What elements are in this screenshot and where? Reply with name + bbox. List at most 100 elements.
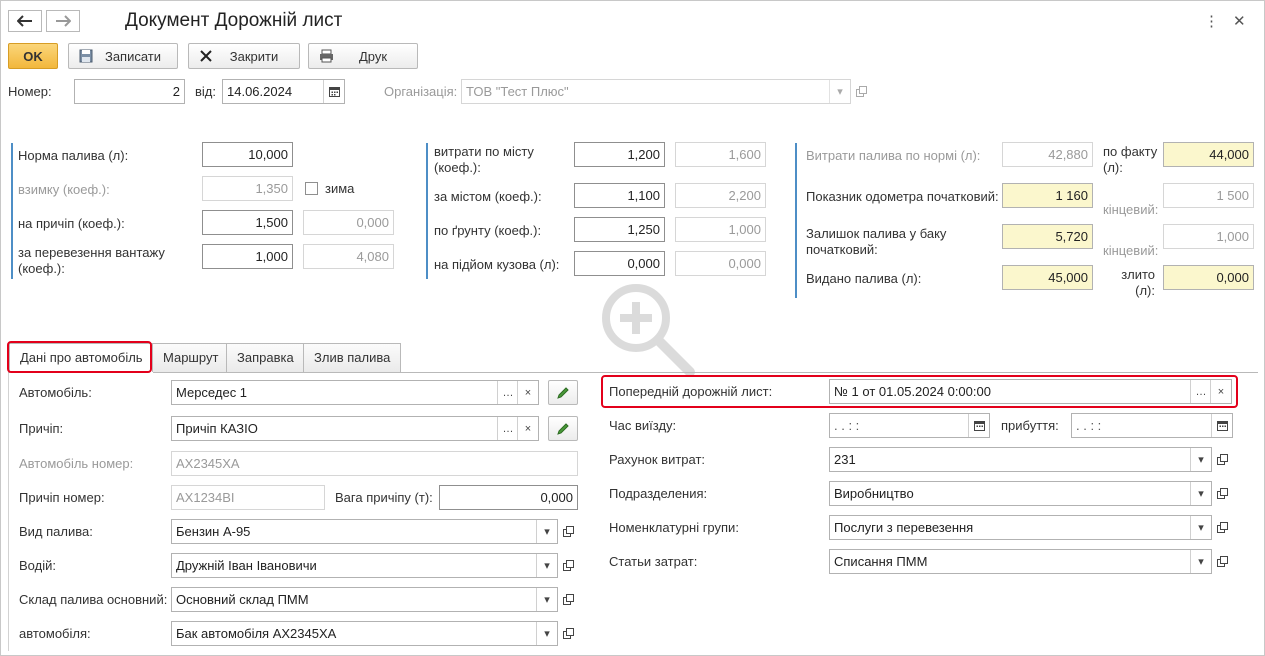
open-nomgroup-icon[interactable]: [1212, 515, 1232, 540]
warehouse-select[interactable]: Основний склад ПММ ▾: [171, 587, 558, 612]
fuel-type-select[interactable]: Бензин А-95 ▾: [171, 519, 558, 544]
arrival-time-value: . . : :: [1076, 418, 1102, 433]
car-tank-value: Бак автомобіля АХ2345ХА: [176, 626, 337, 641]
calendar-icon[interactable]: [1211, 414, 1232, 437]
driver-value: Дружній Іван Івановичи: [176, 558, 317, 573]
floppy-icon: [77, 47, 95, 65]
arrival-time-label: прибуття:: [1001, 418, 1059, 433]
driver-select[interactable]: Дружній Іван Івановичи ▾: [171, 553, 558, 578]
open-icon[interactable]: [851, 79, 871, 104]
tabs-baseline: [8, 372, 1258, 373]
chevron-down-icon[interactable]: ▾: [536, 520, 557, 543]
departure-time-value: . . : :: [834, 418, 860, 433]
car-select[interactable]: Мерседес 1 … ×: [171, 380, 539, 405]
fuel-norm-label: Норма палива (л):: [18, 148, 129, 163]
departure-time-input[interactable]: . . : :: [829, 413, 990, 438]
open-costs-icon[interactable]: [1212, 549, 1232, 574]
city-coef-input[interactable]: 1,200: [574, 142, 665, 167]
print-button[interactable]: Друк: [308, 43, 418, 69]
trailer-calc-value: 0,000: [303, 210, 394, 235]
car-tank-select[interactable]: Бак автомобіля АХ2345ХА ▾: [171, 621, 558, 646]
division-select[interactable]: Виробництво ▾: [829, 481, 1212, 506]
division-label: Подразделения:: [609, 486, 708, 501]
ellipsis-icon[interactable]: …: [497, 417, 518, 440]
pencil-icon: [557, 386, 569, 399]
chevron-down-icon[interactable]: ▾: [829, 80, 850, 103]
expense-account-select[interactable]: 231 ▾: [829, 447, 1212, 472]
number-input[interactable]: 2: [74, 79, 185, 104]
calendar-icon[interactable]: [968, 414, 989, 437]
tab-refueling[interactable]: Заправка: [226, 343, 305, 372]
back-button[interactable]: [8, 10, 42, 32]
winter-input[interactable]: 1,350: [202, 176, 293, 201]
open-account-icon[interactable]: [1212, 447, 1232, 472]
edit-trailer-button[interactable]: [548, 416, 578, 441]
save-label: Записати: [104, 48, 162, 64]
trailer-weight-label: Вага причіпу (т):: [335, 490, 433, 505]
chevron-down-icon[interactable]: ▾: [536, 622, 557, 645]
norm-section-line: [11, 143, 13, 279]
arrival-time-input[interactable]: . . : :: [1071, 413, 1233, 438]
open-driver-icon[interactable]: [558, 553, 578, 578]
trailer-select[interactable]: Причіп КАЗІО … ×: [171, 416, 539, 441]
cargo-coef-input[interactable]: 1,000: [202, 244, 293, 269]
ellipsis-icon[interactable]: …: [497, 381, 518, 404]
fuel-issued-input[interactable]: 45,000: [1002, 265, 1093, 290]
clear-icon[interactable]: ×: [517, 381, 538, 404]
driver-label: Водій:: [19, 558, 56, 573]
ground-calc-value: 1,000: [675, 217, 766, 242]
close-button[interactable]: Закрити: [188, 43, 300, 69]
winter-checkbox[interactable]: [305, 182, 318, 195]
lift-label: на підйом кузова (л):: [434, 257, 560, 272]
tab-highlight: [7, 341, 152, 373]
car-label: Автомобіль:: [19, 385, 92, 400]
open-car-tank-icon[interactable]: [558, 621, 578, 646]
calendar-icon[interactable]: [323, 80, 344, 103]
fuel-issued-label: Видано палива (л):: [806, 271, 922, 286]
outcity-coef-input[interactable]: 1,100: [574, 183, 665, 208]
departure-time-label: Час виїзду:: [609, 418, 677, 433]
lift-input[interactable]: 0,000: [574, 251, 665, 276]
chevron-down-icon[interactable]: ▾: [536, 588, 557, 611]
clear-icon[interactable]: ×: [517, 417, 538, 440]
ok-button[interactable]: OK: [8, 43, 58, 69]
chevron-down-icon[interactable]: ▾: [1190, 482, 1211, 505]
forward-button[interactable]: [46, 10, 80, 32]
tab-route[interactable]: Маршрут: [152, 343, 230, 372]
edit-car-button[interactable]: [548, 380, 578, 405]
nomenclature-groups-select[interactable]: Послуги з перевезення ▾: [829, 515, 1212, 540]
fuel-fact-input[interactable]: 44,000: [1163, 142, 1254, 167]
odometer-start-input[interactable]: 1 160: [1002, 183, 1093, 208]
trailer-number-value: АХ1234ВІ: [171, 485, 325, 510]
chevron-down-icon[interactable]: ▾: [536, 554, 557, 577]
chevron-down-icon[interactable]: ▾: [1190, 550, 1211, 573]
nomenclature-groups-value: Послуги з перевезення: [834, 520, 974, 535]
fuel-drained-input[interactable]: 0,000: [1163, 265, 1254, 290]
chevron-down-icon[interactable]: ▾: [1190, 448, 1211, 471]
trailer-weight-input[interactable]: 0,000: [439, 485, 578, 510]
city-calc-value: 1,600: [675, 142, 766, 167]
expense-account-value: 231: [834, 452, 856, 467]
fuel-norm-input[interactable]: 10,000: [202, 142, 293, 167]
cargo-calc-value: 4,080: [303, 244, 394, 269]
tank-start-input[interactable]: 5,720: [1002, 224, 1093, 249]
chevron-down-icon[interactable]: ▾: [1190, 516, 1211, 539]
open-warehouse-icon[interactable]: [558, 587, 578, 612]
open-division-icon[interactable]: [1212, 481, 1232, 506]
organization-select[interactable]: ТОВ "Тест Плюс" ▾: [461, 79, 851, 104]
save-button[interactable]: Записати: [68, 43, 178, 69]
ground-coef-input[interactable]: 1,250: [574, 217, 665, 242]
date-input[interactable]: 14.06.2024: [222, 79, 345, 104]
more-icon[interactable]: ⋮: [1204, 12, 1219, 30]
organization-label: Організація:: [384, 84, 458, 99]
coef-section-line: [426, 143, 428, 279]
car-number-value: АХ2345ХА: [171, 451, 578, 476]
tank-end-value: 1,000: [1163, 224, 1254, 249]
close-icon[interactable]: ✕: [1233, 12, 1246, 30]
open-fuel-type-icon[interactable]: [558, 519, 578, 544]
city-coef-label: витрати по місту (коеф.):: [434, 144, 534, 175]
cost-items-select[interactable]: Списання ПММ ▾: [829, 549, 1212, 574]
trailer-coef-input[interactable]: 1,500: [202, 210, 293, 235]
window-title: Документ Дорожній лист: [125, 10, 343, 31]
tab-fuel-drain[interactable]: Злив палива: [303, 343, 402, 372]
